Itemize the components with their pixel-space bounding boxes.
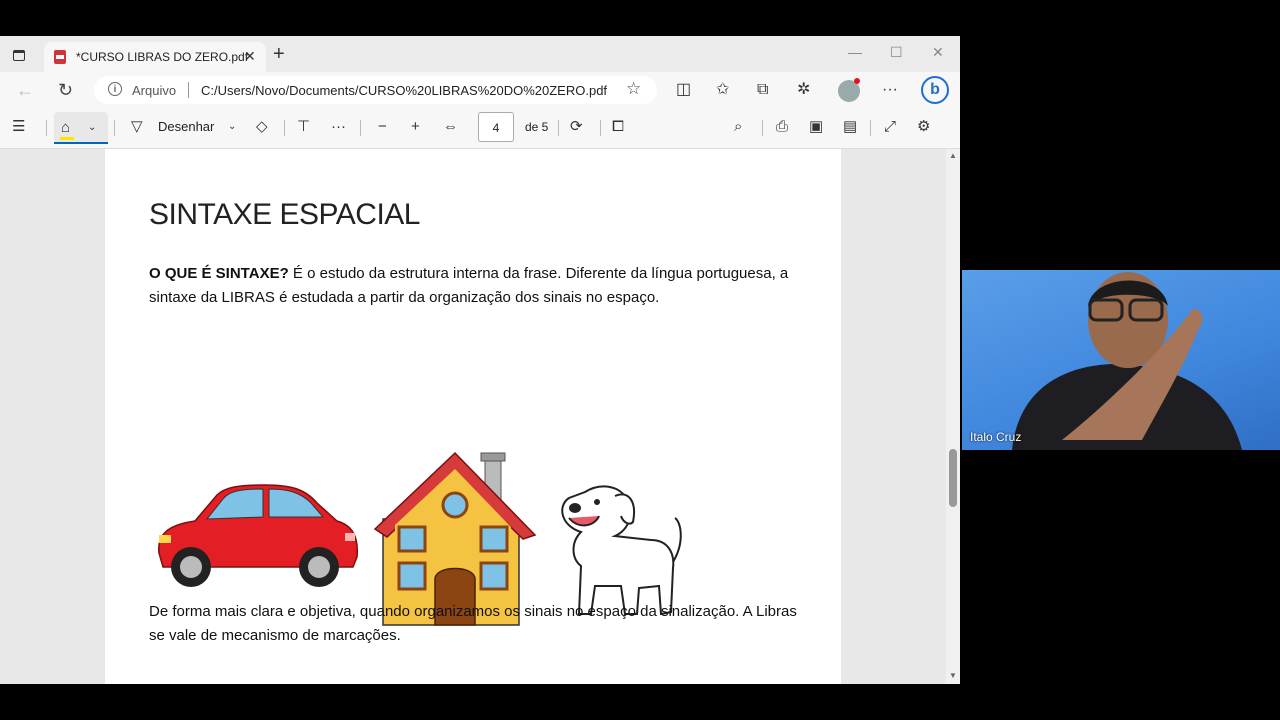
page-view-icon[interactable]: ⧠	[612, 118, 624, 136]
window-close-icon[interactable]: ✕	[932, 44, 944, 61]
tab-strip: *CURSO LIBRAS DO ZERO.pdf ✕ + — ☐ ✕	[0, 36, 960, 72]
page-title: SINTAXE ESPACIAL	[149, 198, 420, 231]
url-scheme-label: Arquivo	[132, 83, 177, 98]
vertical-scrollbar[interactable]: ▲ ▼	[946, 149, 960, 684]
toolbar-divider	[46, 120, 47, 136]
participant-image	[1012, 272, 1242, 450]
draw-icon[interactable]: ▽	[131, 118, 143, 136]
toolbar-divider	[114, 120, 115, 136]
page-total: de 5	[525, 120, 549, 134]
pdf-toolbar: ☰ ⌂ ⌄ ▽ Desenhar ⌄ ◇ ⊤ ··· − + ⇔ 4 de 5 …	[0, 108, 960, 149]
rotate-icon[interactable]: ⟳	[570, 118, 583, 136]
toolbar-divider	[870, 120, 871, 136]
tab-title: *CURSO LIBRAS DO ZERO.pdf	[76, 50, 249, 64]
car-illustration	[158, 484, 359, 587]
pdf-viewer[interactable]: SINTAXE ESPACIAL O QUE É SINTAXE? É o es…	[0, 149, 946, 684]
maximize-icon[interactable]: ☐	[890, 44, 903, 61]
toolbar-divider	[600, 120, 601, 136]
toolbar-divider	[558, 120, 559, 136]
favorites-icon[interactable]: ✩	[716, 80, 729, 100]
collections-icon[interactable]: ⧉	[757, 80, 768, 100]
save-icon[interactable]: ▣	[809, 118, 823, 136]
paragraph-explanation: De forma mais clara e objetiva, quando o…	[149, 603, 797, 644]
highlighter-icon: ⌂	[59, 119, 75, 140]
new-tab-button[interactable]: +	[273, 44, 285, 64]
back-icon[interactable]: ←	[16, 80, 34, 100]
highlight-active-indicator	[54, 142, 108, 144]
toolbar-divider	[284, 120, 285, 136]
url-text[interactable]: C:/Users/Novo/Documents/CURSO%20LIBRAS%2…	[201, 83, 607, 98]
bing-copilot-icon[interactable]: b	[921, 76, 949, 104]
draw-label[interactable]: Desenhar	[158, 119, 214, 134]
pdf-icon	[54, 50, 66, 64]
toolbar-divider	[360, 120, 361, 136]
notification-dot	[854, 78, 860, 84]
close-icon[interactable]: ✕	[244, 48, 256, 65]
participant-video: Italo Cruz	[962, 270, 1280, 450]
eraser-icon[interactable]: ◇	[256, 118, 268, 136]
extensions-icon[interactable]: ✲	[797, 80, 810, 100]
info-icon[interactable]: i	[108, 82, 122, 96]
zoom-out-icon[interactable]: −	[378, 118, 387, 136]
zoom-in-icon[interactable]: +	[411, 118, 420, 136]
more-icon[interactable]: ···	[882, 80, 898, 100]
page-number-input[interactable]: 4	[478, 112, 514, 142]
scroll-up-icon[interactable]: ▲	[949, 151, 957, 160]
save-as-icon[interactable]: ▤	[843, 118, 857, 136]
pdf-page: SINTAXE ESPACIAL O QUE É SINTAXE? É o es…	[105, 149, 841, 684]
minimize-icon[interactable]: —	[848, 44, 862, 60]
scrollbar-thumb[interactable]	[949, 449, 957, 507]
favorite-star-icon[interactable]: ☆	[626, 79, 641, 99]
toolbar-divider	[762, 120, 763, 136]
address-bar[interactable]: i Arquivo C:/Users/Novo/Documents/CURSO%…	[94, 76, 657, 104]
paragraph-definition: O QUE É SINTAXE? É o estudo da estrutura…	[149, 262, 809, 310]
address-row: ← ↻ i Arquivo C:/Users/Novo/Documents/CU…	[0, 72, 960, 108]
scroll-down-icon[interactable]: ▼	[949, 671, 957, 680]
url-separator	[188, 82, 189, 98]
print-icon[interactable]: ⎙	[776, 118, 788, 136]
split-screen-icon[interactable]: ◫	[676, 80, 691, 100]
definition-term: O QUE É SINTAXE?	[149, 265, 289, 282]
highlight-button[interactable]: ⌂ ⌄	[54, 112, 108, 144]
participant-name: Italo Cruz	[970, 430, 1022, 444]
contents-icon[interactable]: ☰	[12, 118, 25, 136]
more-tools-icon[interactable]: ···	[331, 118, 346, 136]
refresh-icon[interactable]: ↻	[58, 80, 73, 100]
tab-pdf[interactable]: *CURSO LIBRAS DO ZERO.pdf ✕	[44, 42, 266, 72]
fullscreen-icon[interactable]: ⤢	[884, 118, 896, 136]
text-box-icon[interactable]: ⊤	[297, 118, 310, 136]
settings-gear-icon[interactable]: ⚙	[917, 118, 930, 136]
tab-actions-icon[interactable]	[13, 50, 25, 61]
chevron-down-icon[interactable]: ⌄	[88, 119, 96, 137]
chevron-down-icon[interactable]: ⌄	[228, 118, 236, 136]
fit-page-icon[interactable]: ⇔	[443, 118, 458, 136]
browser-window: *CURSO LIBRAS DO ZERO.pdf ✕ + — ☐ ✕ ← ↻ …	[0, 36, 960, 684]
search-icon[interactable]: ⌕	[734, 118, 742, 136]
